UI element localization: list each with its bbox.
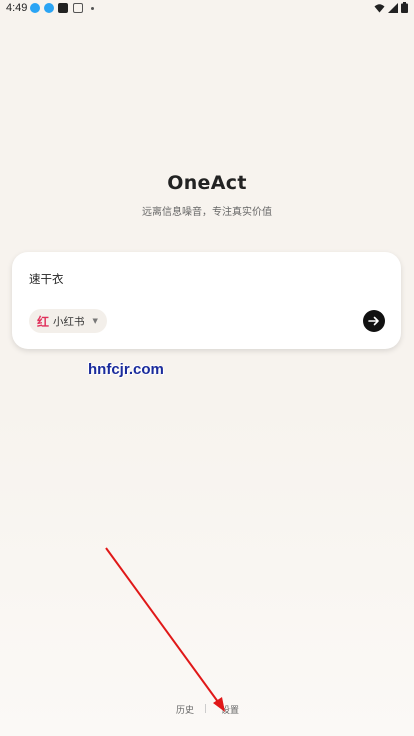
search-card: 速干衣 红 小红书 ▼ [12, 252, 401, 349]
platform-selector[interactable]: 红 小红书 ▼ [29, 309, 107, 333]
settings-link[interactable]: 设置 [221, 703, 239, 716]
status-time: 4:49 [6, 2, 28, 14]
notification-icon-2 [44, 3, 54, 13]
notification-dot-icon [91, 7, 94, 10]
app-title: OneAct [167, 172, 247, 194]
notification-icon-1 [30, 3, 40, 13]
battery-icon [401, 2, 408, 13]
notification-icon-4 [73, 3, 83, 13]
platform-label: 小红书 [53, 315, 85, 328]
notification-icon-3 [58, 3, 68, 13]
status-right [374, 2, 408, 13]
nav-divider [205, 704, 206, 713]
search-input[interactable]: 速干衣 [29, 271, 64, 287]
bottom-nav: 历史 设置 [0, 703, 414, 719]
annotation-arrow-icon [105, 547, 225, 712]
status-bar: 4:49 [0, 0, 414, 18]
app-subtitle: 远离信息噪音，专注真实价值 [142, 207, 272, 218]
chevron-down-icon: ▼ [92, 317, 98, 325]
submit-button[interactable] [363, 310, 385, 332]
xiaohongshu-icon: 红 [37, 314, 50, 329]
watermark-text: hnfcjr.com [88, 361, 164, 378]
wifi-icon [374, 3, 385, 12]
arrow-right-icon [368, 316, 379, 326]
history-link[interactable]: 历史 [176, 703, 194, 716]
signal-icon [388, 2, 398, 13]
